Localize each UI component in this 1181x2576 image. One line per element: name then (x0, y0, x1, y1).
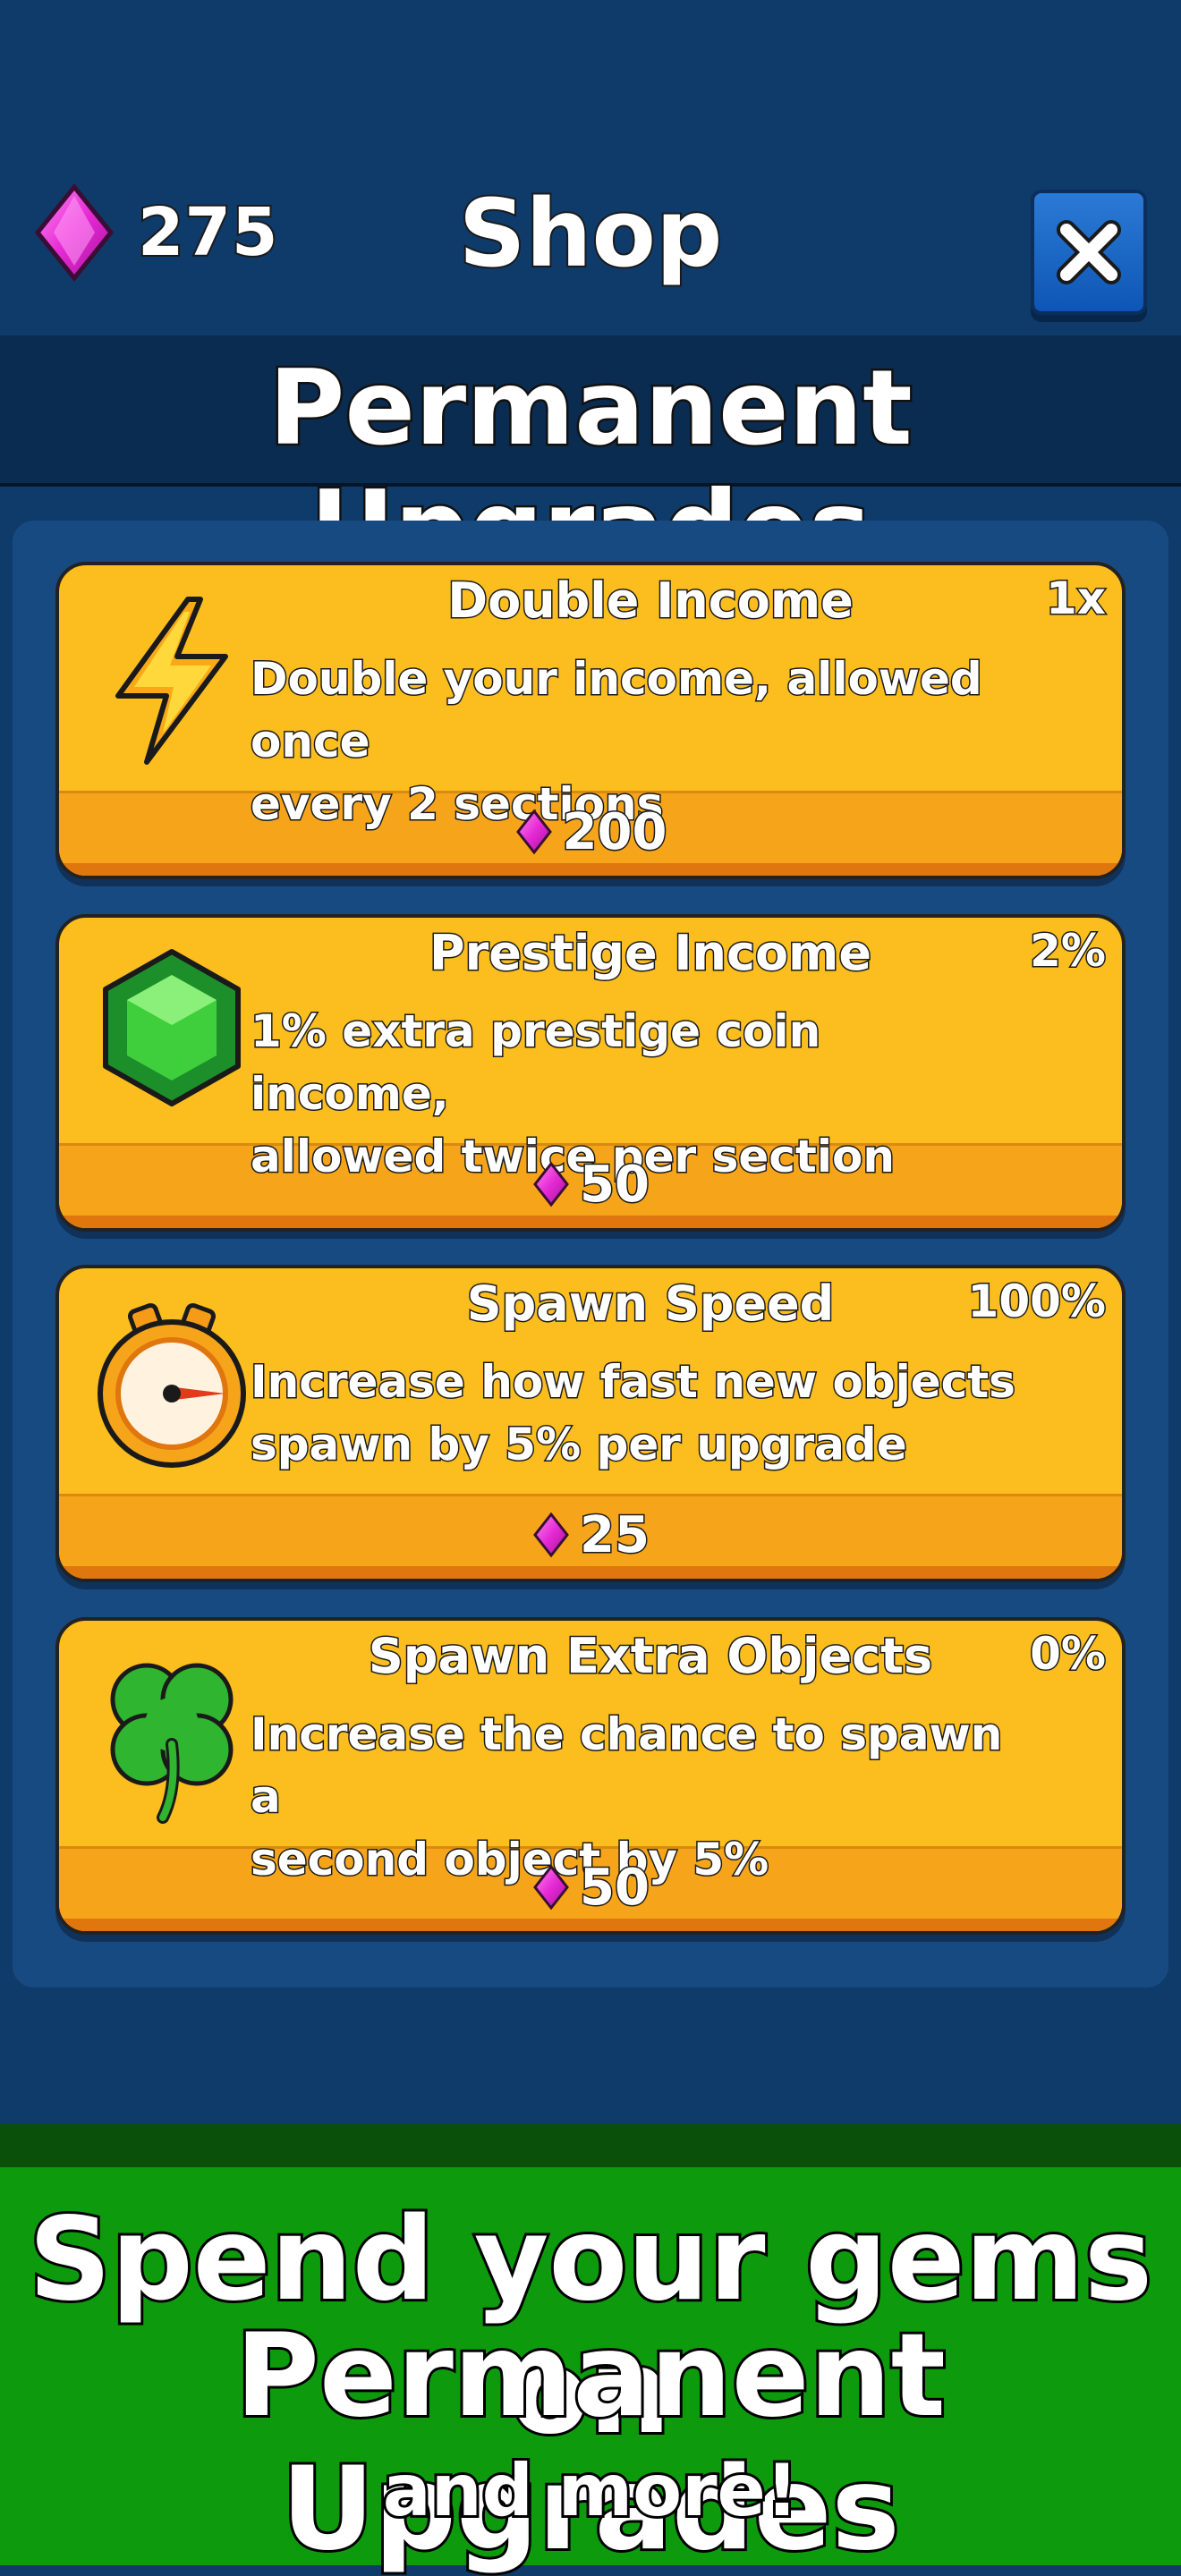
price: 50 (59, 1153, 1122, 1216)
promo-line-2: Permanent Upgrades (233, 2307, 948, 2576)
description-line: spawn by 5% per upgrade (250, 1418, 909, 1472)
price-value: 50 (579, 1154, 651, 1215)
page-title: Shop (457, 177, 725, 290)
promo-line-3: and more! (380, 2446, 802, 2535)
close-icon (1057, 220, 1121, 284)
upgrade-level: 100% (966, 1275, 1107, 1329)
four-leaf-clover-icon (110, 1663, 234, 1824)
top-bar: 275 Shop (0, 0, 1181, 335)
gem-icon (533, 1864, 569, 1911)
upgrade-level: 1x (1044, 572, 1107, 626)
gem-icon (533, 1161, 569, 1208)
upgrade-name: Prestige Income (429, 924, 873, 983)
description-line: Increase how fast new objects (250, 1355, 1017, 1410)
upgrade-name: Double Income (446, 572, 855, 631)
description-line: 1% extra prestige coin income, (250, 1004, 822, 1122)
emerald-gem-icon (103, 949, 241, 1106)
gem-icon (515, 809, 552, 855)
upgrade-card-spawn-extra-objects[interactable]: Spawn Extra Objects 0% Increase the chan… (55, 1617, 1126, 1935)
section-banner: Permanent Upgrades (0, 335, 1181, 592)
price-value: 25 (579, 1504, 651, 1565)
promo-divider (0, 2124, 1181, 2167)
upgrade-card-prestige-income[interactable]: Prestige Income 2% 1% extra prestige coi… (55, 914, 1126, 1232)
upgrade-card-double-income[interactable]: Double Income 1x Double your income, all… (55, 562, 1126, 879)
gem-icon (533, 1512, 569, 1558)
description-line: Double your income, allowed once (250, 652, 984, 769)
price: 25 (59, 1504, 1122, 1566)
lightning-icon (115, 597, 228, 765)
price: 200 (59, 801, 1122, 863)
upgrade-level: 0% (1029, 1627, 1108, 1682)
price-value: 200 (561, 801, 668, 862)
close-button[interactable] (1031, 190, 1147, 315)
stopwatch-icon (98, 1302, 246, 1468)
price-value: 50 (579, 1857, 651, 1918)
price: 50 (59, 1856, 1122, 1919)
upgrade-name: Spawn Speed (465, 1275, 836, 1334)
upgrade-name: Spawn Extra Objects (367, 1627, 933, 1686)
upgrade-description: Increase how fast new objects spawn by 5… (250, 1351, 1020, 1476)
upgrade-card-spawn-speed[interactable]: Spawn Speed 100% Increase how fast new o… (55, 1265, 1126, 1582)
upgrade-level: 2% (1029, 924, 1108, 979)
description-line: Increase the chance to spawn a (250, 1707, 1004, 1825)
